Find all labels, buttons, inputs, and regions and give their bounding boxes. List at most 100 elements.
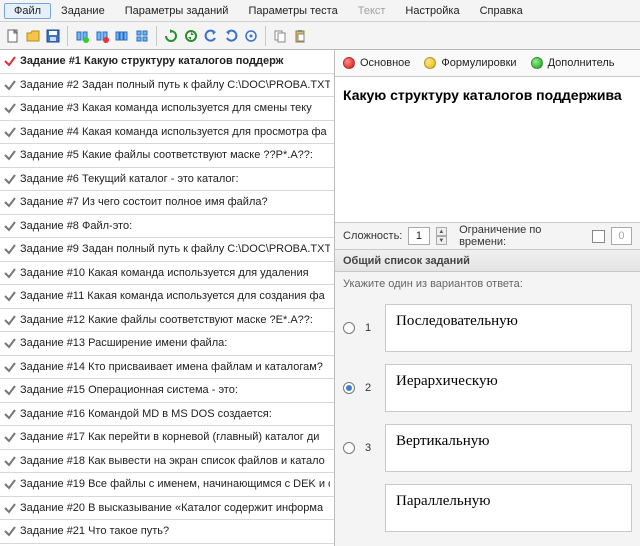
task-row[interactable]: Задание #12 Какие файлы соответствуют ма… — [0, 309, 334, 333]
tab-red[interactable]: Основное — [343, 57, 410, 69]
task-row[interactable]: Задание #13 Расширение имени файла: — [0, 332, 334, 356]
check-icon — [2, 78, 18, 92]
difficulty-label: Сложность: — [343, 230, 402, 242]
answer-radio[interactable] — [343, 382, 355, 394]
menu-item-0[interactable]: Файл — [4, 3, 51, 19]
task-row[interactable]: Задание #20 В высказывание «Каталог соде… — [0, 497, 334, 521]
task-row[interactable]: Задание #14 Кто присваивает имена файлам… — [0, 356, 334, 380]
spinner-down-icon[interactable]: ▼ — [436, 236, 448, 245]
check-icon — [2, 266, 18, 280]
task-row[interactable]: Задание #16 Командой MD в MS DOS создает… — [0, 403, 334, 427]
check-icon — [2, 289, 18, 303]
save-icon[interactable] — [44, 27, 62, 45]
new-icon[interactable] — [4, 27, 22, 45]
menu-item-2[interactable]: Параметры заданий — [115, 3, 239, 19]
answer-number: 1 — [365, 322, 375, 334]
task-row[interactable]: Задание #21 Что такое путь? — [0, 520, 334, 544]
menu-item-5[interactable]: Настройка — [395, 3, 469, 19]
answer-text[interactable]: Последовательную — [385, 304, 632, 352]
difficulty-spinner[interactable]: ▲ ▼ — [436, 227, 448, 245]
toolbar-separator — [265, 26, 266, 46]
sync-icon[interactable] — [182, 27, 200, 45]
check-icon — [2, 54, 18, 68]
check-icon — [2, 360, 18, 374]
task-row[interactable]: Задание #11 Какая команда используется д… — [0, 285, 334, 309]
menu-item-3[interactable]: Параметры теста — [238, 3, 347, 19]
paste-icon[interactable] — [291, 27, 309, 45]
open-icon[interactable] — [24, 27, 42, 45]
answer-text[interactable]: Параллельную — [385, 484, 632, 532]
spinner-up-icon[interactable]: ▲ — [436, 227, 448, 236]
task-label: Задание #13 Расширение имени файла: — [18, 337, 330, 349]
task-label: Задание #2 Задан полный путь к файлу C:\… — [18, 79, 330, 91]
task-label: Задание #4 Какая команда используется дл… — [18, 126, 330, 138]
answer-text[interactable]: Иерархическую — [385, 364, 632, 412]
task-label: Задание #1 Какую структуру каталогов под… — [18, 55, 330, 67]
task-row[interactable]: Задание #17 Как перейти в корневой (глав… — [0, 426, 334, 450]
time-limit-value[interactable]: 0 — [611, 227, 632, 245]
task-label: Задание #6 Текущий каталог - это каталог… — [18, 173, 330, 185]
check-icon — [2, 407, 18, 421]
copy-icon[interactable] — [271, 27, 289, 45]
task-row[interactable]: Задание #2 Задан полный путь к файлу C:\… — [0, 74, 334, 98]
duplicate-task-icon[interactable] — [113, 27, 131, 45]
add-task-icon[interactable] — [73, 27, 91, 45]
answer-row: Параллельную — [343, 478, 632, 538]
task-row[interactable]: Задание #5 Какие файлы соответствуют мас… — [0, 144, 334, 168]
tab-yellow[interactable]: Формулировки — [424, 57, 516, 69]
task-label: Задание #7 Из чего состоит полное имя фа… — [18, 196, 330, 208]
menu-item-1[interactable]: Задание — [51, 3, 115, 19]
tab-green[interactable]: Дополнитель — [531, 57, 615, 69]
tab-label: Дополнитель — [548, 57, 615, 69]
menu-item-6[interactable]: Справка — [470, 3, 533, 19]
task-row[interactable]: Задание #19 Все файлы с именем, начинающ… — [0, 473, 334, 497]
answer-radio[interactable] — [343, 442, 355, 454]
check-icon — [2, 242, 18, 256]
answer-row: 1 Последовательную — [343, 298, 632, 358]
main-area: Задание #1 Какую структуру каталогов под… — [0, 50, 640, 546]
task-group-icon[interactable] — [133, 27, 151, 45]
menu-item-4: Текст — [348, 3, 396, 19]
undo-icon[interactable] — [202, 27, 220, 45]
task-row[interactable]: Задание #3 Какая команда используется дл… — [0, 97, 334, 121]
check-icon — [2, 172, 18, 186]
task-label: Задание #19 Все файлы с именем, начинающ… — [18, 478, 330, 490]
task-row[interactable]: Задание #15 Операционная система - это: — [0, 379, 334, 403]
check-icon — [2, 477, 18, 491]
task-label: Задание #21 Что такое путь? — [18, 525, 330, 537]
answer-radio[interactable] — [343, 322, 355, 334]
task-label: Задание #3 Какая команда используется дл… — [18, 102, 330, 114]
redo-icon[interactable] — [222, 27, 240, 45]
menu-bar: ФайлЗаданиеПараметры заданийПараметры те… — [0, 0, 640, 22]
check-icon — [2, 219, 18, 233]
task-row[interactable]: Задание #4 Какая команда используется дл… — [0, 121, 334, 145]
answer-text[interactable]: Вертикальную — [385, 424, 632, 472]
check-icon — [2, 195, 18, 209]
task-row[interactable]: Задание #6 Текущий каталог - это каталог… — [0, 168, 334, 192]
time-limit-checkbox[interactable] — [592, 230, 605, 243]
task-label: Задание #16 Командой MD в MS DOS создает… — [18, 408, 330, 420]
task-label: Задание #10 Какая команда используется д… — [18, 267, 330, 279]
task-label: Задание #5 Какие файлы соответствуют мас… — [18, 149, 330, 161]
nav-icon[interactable] — [242, 27, 260, 45]
task-label: Задание #9 Задан полный путь к файлу C:\… — [18, 243, 330, 255]
question-text: Какую структуру каталогов поддержива — [343, 87, 632, 103]
task-label: Задание #8 Файл-это: — [18, 220, 330, 232]
task-row[interactable]: Задание #1 Какую структуру каталогов под… — [0, 50, 334, 74]
task-row[interactable]: Задание #8 Файл-это: — [0, 215, 334, 239]
task-row[interactable]: Задание #18 Как вывести на экран список … — [0, 450, 334, 474]
check-icon — [2, 524, 18, 538]
task-row[interactable]: Задание #9 Задан полный путь к файлу C:\… — [0, 238, 334, 262]
difficulty-value[interactable]: 1 — [408, 227, 429, 245]
refresh-icon[interactable] — [162, 27, 180, 45]
check-icon — [2, 101, 18, 115]
delete-task-icon[interactable] — [93, 27, 111, 45]
check-icon — [2, 383, 18, 397]
task-row[interactable]: Задание #10 Какая команда используется д… — [0, 262, 334, 286]
question-body: Какую структуру каталогов поддержива — [335, 77, 640, 222]
task-row[interactable]: Задание #7 Из чего состоит полное имя фа… — [0, 191, 334, 215]
check-icon — [2, 430, 18, 444]
check-icon — [2, 501, 18, 515]
answer-number: 3 — [365, 442, 375, 454]
task-label: Задание #20 В высказывание «Каталог соде… — [18, 502, 330, 514]
